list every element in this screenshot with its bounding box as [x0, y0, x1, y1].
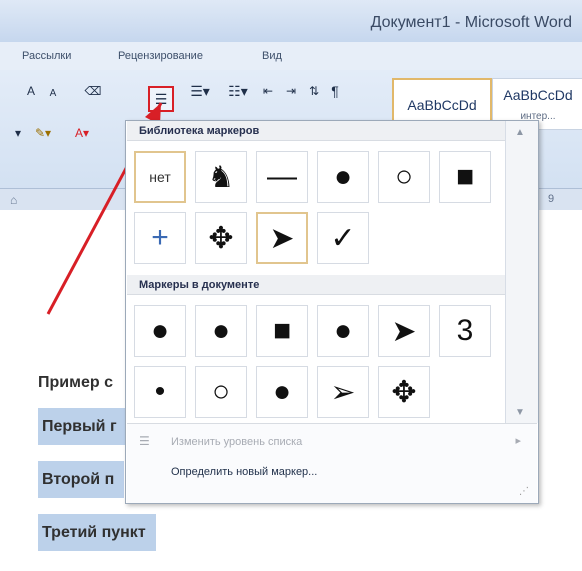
bullet-check[interactable]: ✓ — [317, 212, 369, 264]
bullet-color-plus[interactable]: + — [134, 212, 186, 264]
bullet-square[interactable]: ■ — [439, 151, 491, 203]
bullet-dash[interactable]: — — [256, 151, 308, 203]
menu-scrollbar[interactable]: ▲ ▼ — [505, 121, 538, 423]
define-new-bullet-menuitem[interactable]: Определить новый маркер... — [171, 466, 317, 478]
scroll-down-icon[interactable]: ▼ — [515, 407, 525, 418]
bullet-dot[interactable]: ● — [317, 151, 369, 203]
bullet-library-menu: Библиотека маркеров нет ♞ — ● ○ ■ + ✥ ➤ … — [125, 120, 539, 504]
section-library-header: Библиотека маркеров — [127, 121, 505, 141]
change-level-menuitem[interactable]: Изменить уровень списка — [171, 436, 302, 448]
doc-marker-6[interactable]: 3 — [439, 305, 491, 357]
doc-marker-2[interactable]: ● — [195, 305, 247, 357]
doc-marker-3[interactable]: ■ — [256, 305, 308, 357]
resize-grip-icon[interactable]: ⋰ — [519, 486, 529, 497]
doc-marker-11[interactable]: ✥ — [378, 366, 430, 418]
menu-footer: ☰ Изменить уровень списка ▸ Определить н… — [127, 423, 537, 503]
section-document-header: Маркеры в документе — [127, 275, 505, 295]
doc-marker-4[interactable]: ● — [317, 305, 369, 357]
doc-marker-9[interactable]: ● — [256, 366, 308, 418]
doc-marker-10[interactable]: ➢ — [317, 366, 369, 418]
bullet-circle[interactable]: ○ — [378, 151, 430, 203]
chevron-right-icon: ▸ — [515, 435, 521, 447]
bullet-arrow[interactable]: ➤ — [256, 212, 308, 264]
scroll-up-icon[interactable]: ▲ — [515, 127, 525, 138]
list-level-icon: ☰ — [139, 434, 150, 448]
bullet-none[interactable]: нет — [134, 151, 186, 203]
doc-marker-1[interactable]: ● — [134, 305, 186, 357]
doc-marker-8[interactable]: ○ — [195, 366, 247, 418]
bullet-diamond-dots[interactable]: ✥ — [195, 212, 247, 264]
doc-marker-7[interactable]: • — [134, 366, 186, 418]
doc-marker-5[interactable]: ➤ — [378, 305, 430, 357]
bullet-horse[interactable]: ♞ — [195, 151, 247, 203]
